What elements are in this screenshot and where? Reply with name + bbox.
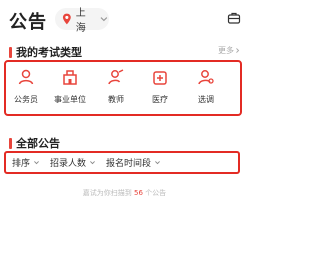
filter-registration-period[interactable]: 报名时间段	[106, 156, 161, 169]
result-summary: 嘉试为你扫描到 56 个公告	[0, 188, 249, 198]
announcements-title: 全部公告	[16, 137, 60, 150]
filter-label: 招录人数	[50, 159, 87, 169]
exam-type-teacher[interactable]: 教师	[96, 68, 136, 105]
exam-type-label: 教师	[108, 95, 124, 104]
filter-bar: 排序 招录人数 报名时间段	[4, 151, 240, 174]
result-prefix: 嘉试为你扫描到	[82, 189, 132, 197]
page-title: 公告	[9, 12, 47, 33]
result-suffix: 个公告	[145, 189, 167, 197]
exam-types-heading: 我的考试类型	[9, 44, 82, 60]
section-accent-bar	[9, 137, 12, 149]
chevron-down-icon	[155, 161, 160, 165]
filter-label: 排序	[12, 159, 31, 169]
building-icon	[63, 70, 77, 85]
briefcase-icon[interactable]	[227, 11, 241, 25]
chevron-down-icon	[34, 161, 39, 165]
transfer-icon	[198, 70, 214, 85]
exam-type-public-institution[interactable]: 事业单位	[50, 68, 90, 105]
location-pin-icon	[62, 13, 71, 25]
exam-type-label: 事业单位	[54, 95, 86, 104]
filter-sort[interactable]: 排序	[12, 156, 40, 169]
filter-recruit-count[interactable]: 招录人数	[50, 156, 96, 169]
top-bar: 公告 上海	[0, 0, 249, 40]
exam-type-list: 公务员 事业单位 教师 医疗 选调	[4, 60, 242, 116]
exam-types-title: 我的考试类型	[16, 46, 82, 59]
filter-label: 报名时间段	[106, 159, 152, 169]
more-link[interactable]: 更多	[218, 45, 241, 56]
city-selector[interactable]: 上海	[55, 8, 109, 34]
chevron-down-icon	[90, 161, 95, 165]
exam-type-label: 公务员	[14, 95, 38, 104]
chevron-down-icon	[100, 17, 108, 22]
exam-type-label: 选调	[198, 95, 214, 104]
exam-type-transfer[interactable]: 选调	[186, 68, 226, 105]
city-name: 上海	[75, 8, 86, 34]
exam-type-medical[interactable]: 医疗	[140, 68, 180, 105]
teacher-icon	[108, 69, 124, 85]
result-count: 56	[134, 189, 143, 197]
person-icon	[18, 69, 34, 85]
exam-type-partial[interactable]	[232, 68, 240, 86]
more-label: 更多	[218, 46, 234, 55]
chevron-right-icon	[236, 48, 240, 53]
medical-icon	[153, 71, 167, 85]
exam-type-label: 医疗	[152, 95, 168, 104]
exam-type-civil-servant[interactable]: 公务员	[6, 68, 46, 105]
section-accent-bar	[9, 46, 12, 58]
announcements-heading: 全部公告	[9, 135, 60, 151]
